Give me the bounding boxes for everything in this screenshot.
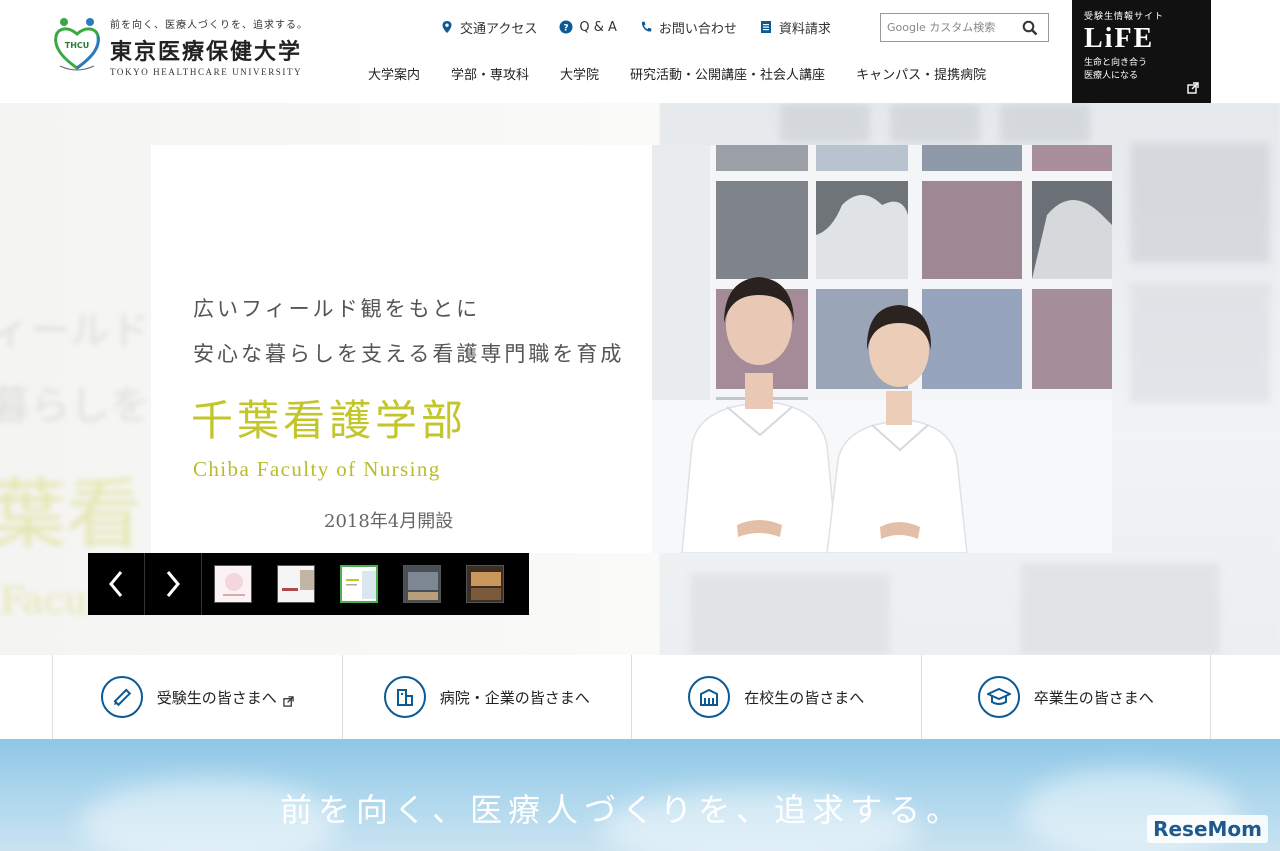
svg-text:?: ? <box>564 24 569 34</box>
audience-label-1: 受験生の皆さまへ <box>156 688 277 707</box>
util-qa-label: Q & A <box>579 19 617 35</box>
life-banner-sub2: 医療人になる <box>1084 71 1139 81</box>
util-brochure-label: 資料請求 <box>778 21 831 37</box>
nav-faculties[interactable]: 学部・専攻科 <box>451 64 529 83</box>
logo-name: 東京医療保健大学 <box>110 39 303 65</box>
hero-title-en: Chiba Faculty of Nursing <box>193 457 441 481</box>
phone-icon <box>639 20 653 34</box>
hero-line-1: 広いフィールド観をもとに <box>193 297 481 321</box>
hero-text-panel: 広いフィールド観をもとに 安心な暮らしを支える看護専門職を育成 千葉看護学部 C… <box>151 145 659 553</box>
utility-nav: 交通アクセス ? Q & A お問い合わせ 資料請求 <box>440 15 853 39</box>
util-contact-link[interactable]: お問い合わせ <box>639 18 737 37</box>
motto-text: 前を向く、医療人づくりを、追求する。 <box>280 791 965 829</box>
ghost-text-1: ィールド <box>0 308 150 354</box>
hero-slider: ィールド 暮らしを 葉看 Facu 広いフィールド観をもとに 安心な暮らしを支え… <box>0 103 1280 655</box>
ghost-text-3: 葉看 <box>0 470 142 559</box>
document-icon <box>759 20 773 34</box>
hero-photo-nurses <box>652 145 1112 553</box>
hero-title: 千葉看護学部 <box>191 396 468 445</box>
util-qa-link[interactable]: ? Q & A <box>559 20 617 35</box>
audience-nav: 受験生の皆さまへ 病院・企業の皆さまへ 在校生の皆さまへ 卒業生の皆さまへ <box>52 655 1211 739</box>
util-brochure-link[interactable]: 資料請求 <box>759 18 831 37</box>
resemom-watermark-logo: ReseMom <box>1147 815 1268 843</box>
slider-thumbnails <box>202 565 529 603</box>
ghost-text-2: 暮らしを <box>0 383 150 429</box>
life-site-banner[interactable]: 受験生情報サイト LiFE 生命と向き合う 医療人になる <box>1072 0 1211 103</box>
logo-heart-icon: THCU <box>52 16 102 74</box>
ghost-text-4: Facu <box>0 581 88 622</box>
nav-campus[interactable]: キャンパス・提携病院 <box>856 64 986 83</box>
nav-graduate-school[interactable]: 大学院 <box>560 64 599 83</box>
audience-label-4: 卒業生の皆さまへ <box>1033 688 1154 707</box>
logo-tagline: 前を向く、医療人づくりを、追求する。 <box>110 20 308 31</box>
site-search <box>880 13 1049 42</box>
slide-thumb-4[interactable] <box>403 565 441 603</box>
university-logo[interactable]: THCU 前を向く、医療人づくりを、追求する。 東京医療保健大学 TOKYO H… <box>52 16 308 77</box>
hero-opening-date: 2018年4月開設 <box>324 511 454 532</box>
slider-controls <box>88 553 529 615</box>
util-access-link[interactable]: 交通アクセス <box>440 18 537 37</box>
search-icon[interactable] <box>1016 14 1044 41</box>
slide-thumb-2[interactable] <box>277 565 315 603</box>
slider-next-button[interactable] <box>145 553 202 615</box>
hospital-icon <box>383 676 426 718</box>
slide-thumb-1[interactable] <box>214 565 252 603</box>
audience-prospective-students[interactable]: 受験生の皆さまへ <box>52 655 342 739</box>
pencil-icon <box>100 676 143 718</box>
slide-thumb-5[interactable] <box>466 565 504 603</box>
life-banner-sub1: 生命と向き合う <box>1084 58 1148 68</box>
audience-current-students[interactable]: 在校生の皆さまへ <box>631 655 921 739</box>
question-circle-icon: ? <box>559 20 573 34</box>
audience-label-3: 在校生の皆さまへ <box>744 688 865 707</box>
school-building-icon <box>688 676 731 718</box>
external-link-icon <box>283 692 294 707</box>
hero-line-2: 安心な暮らしを支える看護専門職を育成 <box>193 342 625 366</box>
life-banner-top: 受験生情報サイト <box>1084 12 1165 22</box>
nav-about[interactable]: 大学案内 <box>368 64 420 83</box>
logo-mark-text: THCU <box>65 41 90 50</box>
map-pin-icon <box>440 20 454 34</box>
graduation-cap-icon <box>977 676 1020 718</box>
nav-research[interactable]: 研究活動・公開講座・社会人講座 <box>630 64 825 83</box>
audience-label-2: 病院・企業の皆さまへ <box>439 688 590 707</box>
audience-alumni[interactable]: 卒業生の皆さまへ <box>920 655 1211 739</box>
audience-hospitals-companies[interactable]: 病院・企業の皆さまへ <box>341 655 632 739</box>
main-nav: 大学案内 学部・専攻科 大学院 研究活動・公開講座・社会人講座 キャンパス・提携… <box>368 64 986 83</box>
logo-name-en: TOKYO HEALTHCARE UNIVERSITY <box>110 67 303 77</box>
util-contact-label: お問い合わせ <box>658 21 737 37</box>
site-header: THCU 前を向く、医療人づくりを、追求する。 東京医療保健大学 TOKYO H… <box>0 0 1280 103</box>
search-input[interactable] <box>881 14 1016 41</box>
slide-thumb-3[interactable] <box>340 565 378 603</box>
motto-band: 前を向く、医療人づくりを、追求する。 ReseMom <box>0 739 1280 851</box>
external-link-icon <box>1187 79 1199 94</box>
util-access-label: 交通アクセス <box>460 21 538 37</box>
life-banner-logo: LiFE <box>1084 23 1155 54</box>
slider-prev-button[interactable] <box>88 553 145 615</box>
